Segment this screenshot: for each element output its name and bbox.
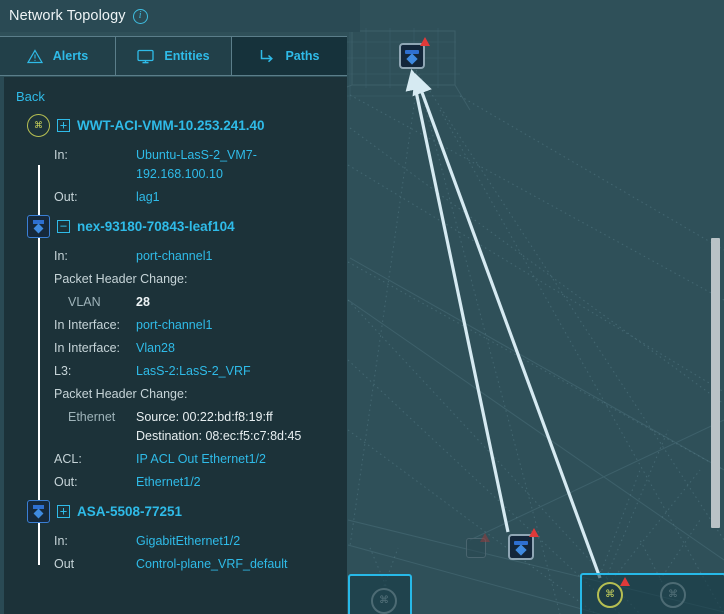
path-corner-icon (259, 48, 275, 64)
info-icon[interactable]: i (132, 8, 148, 24)
hop-name-label[interactable]: ASA-5508-77251 (77, 504, 182, 519)
alert-triangle-icon (480, 533, 490, 542)
detail-row: L3: LasS-2:LasS-2_VRF (0, 360, 347, 383)
detail-label: In: (54, 249, 68, 263)
switch-icon (27, 499, 50, 523)
detail-value: 28 (136, 295, 150, 309)
perspective-lines-solid (347, 257, 724, 614)
tab-entities[interactable]: Entities (116, 37, 232, 75)
hop-detail-rows: In: Ubuntu-LasS-2_VM7- 192.168.100.10 Ou… (0, 140, 347, 211)
detail-label: L3: (54, 364, 72, 378)
hop-expander-toggle[interactable]: − (57, 219, 70, 233)
hop-detail-rows: In: GigabitEthernet1/2 Out Control-plane… (0, 526, 347, 578)
path-hop-header[interactable]: ⌘ + WWT-ACI-VMM-10.253.241.40 (0, 110, 347, 140)
path-hop-header[interactable]: − nex-93180-70843-leaf104 (0, 211, 347, 241)
top-switch-node[interactable] (399, 37, 430, 69)
detail-row: In: GigabitEthernet1/2 (0, 530, 347, 553)
detail-value-link[interactable]: 192.168.100.10 (136, 165, 257, 184)
detail-section-header: Packet Header Change: (0, 383, 347, 406)
detail-row: Out: Ethernet1/2 (0, 471, 347, 494)
detail-label: In: (54, 534, 68, 548)
detail-row: Ethernet Source: 00:22:bd:f8:19:ff Desti… (0, 406, 347, 448)
switch-icon (27, 214, 50, 238)
panel-left-rail (0, 77, 4, 614)
detail-value-link[interactable]: Vlan28 (136, 339, 175, 358)
faded-switch-node[interactable] (466, 533, 490, 558)
tab-paths-label: Paths (285, 49, 320, 63)
hop-detail-rows: In: port-channel1 Packet Header Change: … (0, 241, 347, 496)
faded-circle-node-left[interactable]: ⌘ (371, 588, 397, 614)
detail-value-link[interactable]: port-channel1 (136, 247, 212, 266)
detail-label: Ethernet (68, 410, 116, 424)
detail-label: In Interface: (54, 341, 121, 355)
hop-expander-toggle[interactable]: + (57, 504, 70, 518)
faded-circle-node-right[interactable]: ⌘ (660, 582, 686, 608)
path-hop-tree: ⌘ + WWT-ACI-VMM-10.253.241.40 In: Ubuntu… (0, 110, 347, 598)
detail-label: Packet Header Change: (54, 387, 188, 401)
bottom-right-circle-node[interactable]: ⌘ (597, 577, 630, 608)
panel-scrollbar[interactable] (711, 238, 720, 528)
hop-name-label[interactable]: nex-93180-70843-leaf104 (77, 219, 235, 234)
detail-row: Out Control-plane_VRF_default (0, 553, 347, 576)
switch-icon (508, 534, 534, 560)
alert-triangle-icon (420, 37, 430, 46)
page-title: Network Topology (9, 8, 126, 24)
network-topology-app: ⌘ ⌘ ⌘ Network Topology i Alerts Entities… (0, 0, 724, 614)
mid-switch-node[interactable] (508, 528, 539, 560)
warning-triangle-icon (26, 48, 43, 64)
path-hop: − nex-93180-70843-leaf104 In: port-chann… (0, 211, 347, 496)
tab-alerts-label: Alerts (52, 49, 89, 63)
hop-name-label[interactable]: WWT-ACI-VMM-10.253.241.40 (77, 118, 265, 133)
tab-paths[interactable]: Paths (232, 37, 347, 75)
detail-value: Source: 00:22:bd:f8:19:ff (136, 410, 273, 424)
vmm-circle-icon: ⌘ (27, 113, 50, 137)
detail-value-link[interactable]: Ethernet1/2 (136, 473, 201, 492)
detail-row: Out: lag1 (0, 186, 347, 209)
monitor-icon (137, 49, 155, 64)
page-header: Network Topology i (0, 0, 360, 32)
detail-row: In Interface: Vlan28 (0, 337, 347, 360)
detail-value: Destination: 08:ec:f5:c7:8d:45 (136, 429, 302, 443)
tab-entities-label: Entities (164, 49, 210, 63)
detail-label: Out: (54, 475, 78, 489)
detail-section-header: Packet Header Change: (0, 268, 347, 291)
detail-label: ACL: (54, 452, 82, 466)
alert-triangle-icon (529, 528, 539, 537)
tab-bar: Alerts Entities Paths (0, 36, 347, 76)
detail-label: In Interface: (54, 318, 121, 332)
detail-row: In Interface: port-channel1 (0, 314, 347, 337)
detail-value-link[interactable]: lag1 (136, 188, 160, 207)
detail-label: Out: (54, 190, 78, 204)
detail-row: ACL: IP ACL Out Ethernet1/2 (0, 448, 347, 471)
detail-label: VLAN (68, 295, 101, 309)
hop-expander-toggle[interactable]: + (57, 118, 70, 132)
path-hop-header[interactable]: + ASA-5508-77251 (0, 496, 347, 526)
detail-row: In: Ubuntu-LasS-2_VM7- 192.168.100.10 (0, 144, 347, 186)
tab-alerts[interactable]: Alerts (0, 37, 116, 75)
detail-label: Packet Header Change: (54, 272, 188, 286)
detail-value-link[interactable]: GigabitEthernet1/2 (136, 532, 240, 551)
switch-icon (399, 43, 425, 69)
path-hop: ⌘ + WWT-ACI-VMM-10.253.241.40 In: Ubuntu… (0, 110, 347, 211)
detail-row: VLAN 28 (0, 291, 347, 314)
back-link[interactable]: Back (0, 77, 45, 110)
path-arrows (405, 68, 602, 579)
detail-label: Out (54, 557, 75, 571)
path-hop: + ASA-5508-77251 In: GigabitEthernet1/2 … (0, 496, 347, 578)
detail-row: In: port-channel1 (0, 245, 347, 268)
detail-value-link[interactable]: IP ACL Out Ethernet1/2 (136, 450, 266, 469)
paths-panel: Back ⌘ + WWT-ACI-VMM-10.253.241.40 In: U… (0, 77, 347, 614)
alert-triangle-icon (620, 577, 630, 586)
detail-value-link[interactable]: LasS-2:LasS-2_VRF (136, 362, 251, 381)
detail-label: In: (54, 148, 68, 162)
detail-value-link[interactable]: Ubuntu-LasS-2_VM7- (136, 146, 257, 165)
detail-value-link[interactable]: port-channel1 (136, 316, 212, 335)
detail-value-link[interactable]: Control-plane_VRF_default (136, 555, 287, 574)
